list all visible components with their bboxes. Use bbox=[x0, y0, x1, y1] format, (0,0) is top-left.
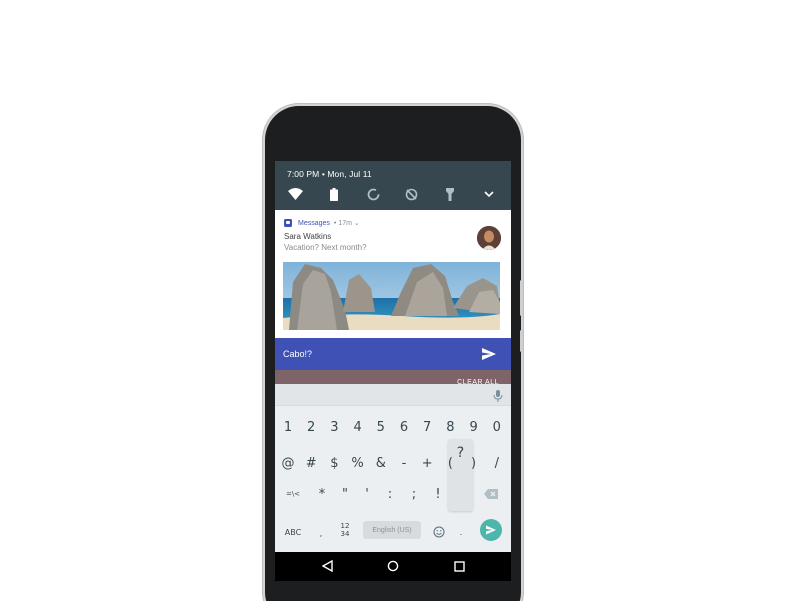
number-key[interactable]: 9 bbox=[464, 415, 484, 439]
symbol-key[interactable]: - bbox=[394, 451, 414, 475]
number-key[interactable]: 4 bbox=[348, 415, 368, 439]
key-popup: ? bbox=[448, 439, 473, 511]
symbol-key[interactable]: $ bbox=[324, 451, 344, 475]
notification-sender: Sara Watkins bbox=[284, 232, 332, 241]
number-key[interactable]: 3 bbox=[324, 415, 344, 439]
notification-message: Vacation? Next month? bbox=[284, 243, 367, 252]
enter-icon[interactable] bbox=[480, 519, 502, 541]
symbol-key[interactable]: ; bbox=[404, 482, 424, 506]
chevron-down-icon[interactable] bbox=[480, 185, 498, 203]
keyboard: 1234567890 ? @ # $% & - +() / =\< * " ':;! ABC , … bbox=[275, 384, 511, 552]
space-key[interactable]: English (US) bbox=[363, 521, 421, 539]
mic-icon[interactable] bbox=[493, 389, 503, 402]
quick-settings-header: 7:00 PM • Mon, Jul 11 bbox=[275, 161, 511, 210]
symbol-key[interactable]: * bbox=[312, 482, 332, 506]
comma-key[interactable]: , bbox=[313, 521, 329, 545]
number-key[interactable]: 7 bbox=[417, 415, 437, 439]
back-icon[interactable] bbox=[319, 558, 335, 574]
number-key[interactable]: 0 bbox=[487, 415, 507, 439]
inline-reply-bar bbox=[275, 338, 511, 370]
symbol-key[interactable]: =\< bbox=[283, 482, 303, 506]
messages-app-icon bbox=[284, 219, 292, 227]
navigation-bar bbox=[275, 552, 511, 581]
symbol-key[interactable]: " bbox=[335, 482, 355, 506]
number-key[interactable]: 8 bbox=[440, 415, 460, 439]
number-key[interactable]: 6 bbox=[394, 415, 414, 439]
symbol-key[interactable]: % bbox=[348, 451, 368, 475]
number-key[interactable]: 1 bbox=[278, 415, 298, 439]
keyboard-suggestion-bar bbox=[275, 384, 511, 406]
phone-side-button bbox=[520, 280, 523, 316]
symbol-key[interactable]: # bbox=[301, 451, 321, 475]
reply-input[interactable] bbox=[283, 347, 473, 361]
number-toggle-bottom: 34 bbox=[340, 530, 350, 538]
quick-settings-row bbox=[275, 185, 511, 205]
symbol-key[interactable]: ( bbox=[440, 451, 460, 475]
stage: 7:00 PM • Mon, Jul 11 Messages • 17m ⌄ S… bbox=[0, 0, 801, 601]
symbol-key[interactable]: & bbox=[371, 451, 391, 475]
notification-card[interactable]: Messages • 17m ⌄ Sara Watkins Vacation? … bbox=[275, 210, 511, 338]
emoji-icon[interactable] bbox=[429, 520, 449, 544]
notification-meta[interactable]: • 17m ⌄ bbox=[334, 219, 360, 227]
abc-key[interactable]: ABC bbox=[279, 520, 307, 544]
period-key[interactable]: . bbox=[453, 520, 469, 544]
notification-app-name: Messages bbox=[298, 219, 330, 227]
symbol-key[interactable]: ' bbox=[357, 482, 377, 506]
number-key[interactable]: 5 bbox=[371, 415, 391, 439]
number-toggle-key[interactable]: 12 34 bbox=[335, 517, 355, 543]
next-notification-peek: CLEAR ALL bbox=[275, 370, 511, 386]
phone-screen: 7:00 PM • Mon, Jul 11 Messages • 17m ⌄ S… bbox=[275, 161, 511, 581]
symbol-key[interactable]: @ bbox=[278, 451, 298, 475]
home-icon[interactable] bbox=[385, 558, 401, 574]
backspace-icon[interactable] bbox=[479, 482, 503, 506]
status-time-date: 7:00 PM • Mon, Jul 11 bbox=[287, 169, 372, 179]
send-icon[interactable] bbox=[481, 346, 497, 362]
avatar bbox=[477, 226, 501, 250]
message-image[interactable] bbox=[283, 262, 500, 330]
flashlight-icon[interactable] bbox=[441, 185, 459, 203]
number-toggle-top: 12 bbox=[340, 522, 350, 530]
sync-icon[interactable] bbox=[364, 185, 382, 203]
symbol-key[interactable]: ! bbox=[428, 482, 448, 506]
wifi-icon[interactable] bbox=[286, 185, 304, 203]
symbol-key[interactable]: / bbox=[487, 451, 507, 475]
do-not-disturb-icon[interactable] bbox=[402, 185, 420, 203]
symbol-key[interactable]: ) bbox=[464, 451, 484, 475]
battery-icon[interactable] bbox=[325, 185, 343, 203]
symbol-key[interactable]: : bbox=[380, 482, 400, 506]
symbol-key[interactable]: + bbox=[417, 451, 437, 475]
phone-side-button bbox=[520, 330, 523, 352]
number-key[interactable]: 2 bbox=[301, 415, 321, 439]
recents-icon[interactable] bbox=[451, 558, 467, 574]
notification-header: Messages • 17m ⌄ bbox=[284, 218, 360, 228]
